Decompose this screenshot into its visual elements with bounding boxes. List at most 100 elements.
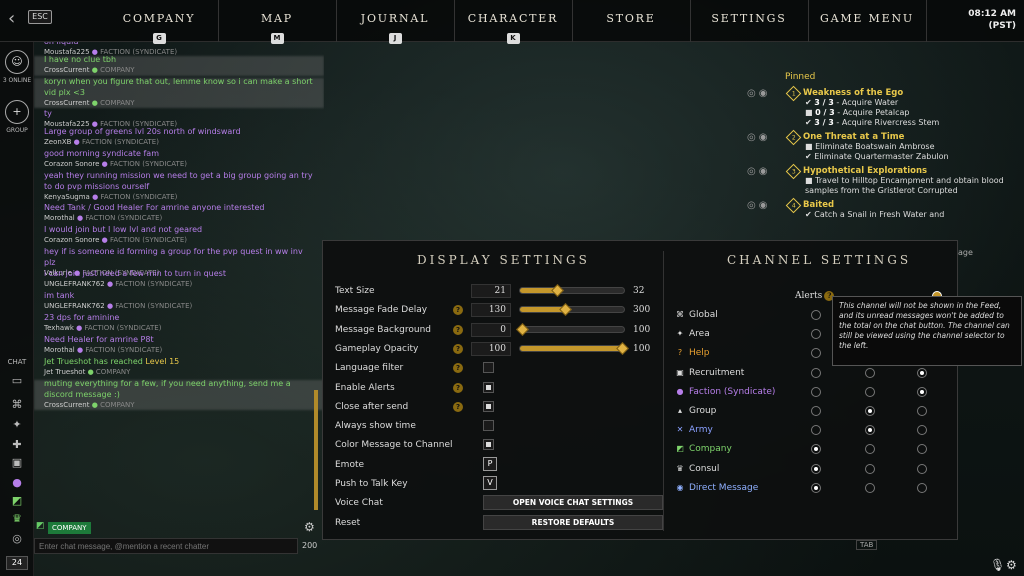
message-author[interactable]: CrossCurrent bbox=[44, 401, 89, 409]
setting-checkbox[interactable] bbox=[483, 381, 494, 393]
nav-tab-map[interactable]: MAP M bbox=[218, 0, 336, 44]
chat-message[interactable]: Need Healer for amrine P8t Morothal ● FAC… bbox=[44, 334, 314, 355]
message-author[interactable]: KenyaSugma bbox=[44, 193, 90, 201]
nav-tab-store[interactable]: STORE bbox=[572, 0, 690, 42]
channel-option-radio[interactable] bbox=[865, 406, 875, 416]
nav-tab-settings[interactable]: SETTINGS bbox=[690, 0, 808, 42]
restore-defaults-button[interactable]: RESTORE DEFAULTS bbox=[483, 514, 663, 530]
channel-option-radio[interactable] bbox=[811, 386, 821, 397]
consul-channel-icon[interactable]: ♛ bbox=[9, 512, 25, 526]
help-channel-icon[interactable]: ✚ bbox=[9, 438, 25, 452]
quest-track-icon[interactable]: ◎◉ bbox=[747, 166, 770, 177]
setting-value-box[interactable]: 100 bbox=[471, 341, 511, 356]
setting-slider-track[interactable] bbox=[519, 325, 625, 333]
channel-option-radio[interactable] bbox=[811, 348, 821, 359]
setting-help-icon[interactable]: ? bbox=[453, 401, 463, 412]
channel-option-radio[interactable] bbox=[917, 463, 927, 474]
nav-tab-journal[interactable]: JOURNAL J bbox=[336, 0, 454, 44]
faction-channel-icon[interactable]: ● bbox=[9, 476, 25, 490]
back-chevron-icon[interactable]: ‹ bbox=[8, 8, 15, 29]
message-author[interactable]: Corazon Sonore bbox=[44, 236, 99, 244]
chat-message[interactable]: Large group of greens lvl 20s north of w… bbox=[44, 126, 314, 147]
channel-option-radio[interactable] bbox=[917, 367, 927, 378]
recruitment-channel-icon[interactable]: ▣ bbox=[9, 456, 25, 470]
setting-checkbox[interactable] bbox=[483, 400, 494, 412]
setting-help-icon[interactable]: ? bbox=[453, 382, 463, 393]
channel-option-radio[interactable] bbox=[917, 444, 927, 455]
nav-tab-character[interactable]: CHARACTER K bbox=[454, 0, 572, 44]
nav-tab-company[interactable]: COMPANY G bbox=[100, 0, 218, 44]
chat-feed[interactable]: on liquidMoustafa225 ● FACTION (SYNDICAT… bbox=[34, 42, 324, 520]
group-add-icon[interactable]: + bbox=[5, 100, 29, 124]
setting-slider-track[interactable] bbox=[519, 344, 625, 352]
message-author[interactable]: UNGLEFRANK762 bbox=[44, 302, 105, 310]
setting-value-box[interactable]: 21 bbox=[471, 284, 511, 298]
channel-option-radio[interactable] bbox=[865, 463, 875, 474]
chat-message[interactable]: good morning syndicate fam Corazon Sonore… bbox=[44, 148, 314, 169]
setting-slider-track[interactable] bbox=[519, 287, 625, 294]
chat-message[interactable]: im tank UNGLEFRANK762 ● FACTION (SYNDICAT… bbox=[44, 290, 314, 311]
message-author[interactable]: ZeonXB bbox=[44, 138, 71, 146]
message-author[interactable]: Morothal bbox=[44, 346, 75, 354]
message-author[interactable]: CrossCurrent bbox=[44, 99, 89, 107]
slider-handle[interactable] bbox=[516, 322, 529, 336]
keybind-button[interactable]: V bbox=[483, 476, 497, 490]
channel-option-radio[interactable] bbox=[865, 425, 875, 436]
quest-track-icon[interactable]: ◎◉ bbox=[747, 200, 770, 211]
setting-checkbox[interactable] bbox=[483, 439, 494, 451]
setting-help-icon[interactable]: ? bbox=[453, 305, 463, 316]
channel-option-radio[interactable] bbox=[917, 482, 927, 493]
chat-message[interactable]: i can join just need a few min to turn i… bbox=[44, 268, 314, 289]
setting-value-box[interactable]: 0 bbox=[471, 322, 511, 337]
pinned-quest[interactable]: ◎◉ 2 One Threat at a Time ■ Eliminate Boats… bbox=[747, 129, 1015, 162]
channel-option-radio[interactable] bbox=[865, 444, 875, 455]
setting-slider-track[interactable] bbox=[519, 306, 625, 314]
quest-track-icon[interactable]: ◎◉ bbox=[747, 88, 770, 99]
channel-option-radio[interactable] bbox=[811, 310, 821, 320]
keybind-button[interactable]: P bbox=[483, 456, 497, 471]
pinned-quest[interactable]: ◎◉ 3 Hypothetical Explorations ■ Travel to … bbox=[747, 163, 1015, 196]
channel-option-radio[interactable] bbox=[917, 425, 927, 436]
chat-message[interactable]: yeah they running mission we need to get… bbox=[44, 170, 314, 202]
user-channel-icon[interactable]: ◎ bbox=[9, 532, 25, 546]
setting-help-icon[interactable]: ? bbox=[453, 324, 463, 335]
nav-tab-game-menu[interactable]: GAME MENU bbox=[808, 0, 926, 42]
chat-message[interactable]: muting everything for a few, if you need… bbox=[44, 378, 314, 410]
friends-icon[interactable]: ☺ bbox=[5, 50, 29, 74]
channel-option-radio[interactable] bbox=[811, 425, 821, 436]
chat-message[interactable]: I would join but I low lvl and not geare… bbox=[44, 224, 314, 245]
voice-settings-icon[interactable]: ⚙ bbox=[1006, 558, 1017, 572]
message-author[interactable]: Texhawk bbox=[44, 324, 74, 332]
channel-option-radio[interactable] bbox=[811, 406, 821, 416]
global-channel-icon[interactable]: ⌘ bbox=[9, 398, 25, 412]
message-author[interactable]: UNGLEFRANK762 bbox=[44, 280, 105, 288]
chat-message[interactable]: I have no clue tbh CrossCurrent ● COMPANY bbox=[44, 54, 314, 75]
chat-window-icon[interactable]: ▭ bbox=[9, 374, 25, 388]
channel-option-radio[interactable] bbox=[811, 367, 821, 378]
message-author[interactable]: Jet Trueshot bbox=[44, 368, 85, 376]
chat-message[interactable]: 23 dps for aminine Texhawk ● FACTION (SYN… bbox=[44, 312, 314, 333]
setting-value-box[interactable]: 130 bbox=[471, 303, 511, 318]
chat-settings-gear-icon[interactable]: ⚙ bbox=[304, 520, 315, 534]
channel-option-radio[interactable] bbox=[865, 367, 875, 378]
channel-option-radio[interactable] bbox=[811, 463, 821, 474]
pinned-quest[interactable]: ◎◉ 4 Baited ✔ Catch a Snail in Fresh Water … bbox=[747, 197, 1015, 220]
message-author[interactable]: Morothal bbox=[44, 214, 75, 222]
area-channel-icon[interactable]: ✦ bbox=[9, 418, 25, 432]
pinned-quest[interactable]: ◎◉ 1 Weakness of the Ego ✔ 3 / 3 - Acquire … bbox=[747, 85, 1015, 128]
setting-checkbox[interactable] bbox=[483, 420, 494, 432]
quest-track-icon[interactable]: ◎◉ bbox=[747, 132, 770, 143]
chat-message[interactable]: Jet Trueshot has reached Level 15 Jet Tru… bbox=[44, 356, 314, 377]
chat-message[interactable]: koryn when you figure that out, lemme kn… bbox=[44, 76, 314, 108]
chat-message[interactable]: Need Tank / Good Healer For amrine anyon… bbox=[44, 202, 314, 223]
setting-help-icon[interactable]: ? bbox=[453, 363, 463, 374]
channel-selector[interactable]: COMPANY bbox=[48, 522, 91, 534]
esc-key-badge[interactable]: ESC bbox=[28, 10, 52, 24]
channel-option-radio[interactable] bbox=[917, 386, 927, 397]
open-voice-chat-settings-button[interactable]: OPEN VOICE CHAT SETTINGS bbox=[483, 495, 663, 511]
setting-help-icon[interactable]: ? bbox=[453, 343, 463, 354]
channel-option-radio[interactable] bbox=[865, 482, 875, 493]
microphone-icon[interactable]: 🎙 bbox=[990, 558, 1005, 572]
channel-option-radio[interactable] bbox=[811, 329, 821, 340]
channel-option-radio[interactable] bbox=[811, 482, 821, 493]
